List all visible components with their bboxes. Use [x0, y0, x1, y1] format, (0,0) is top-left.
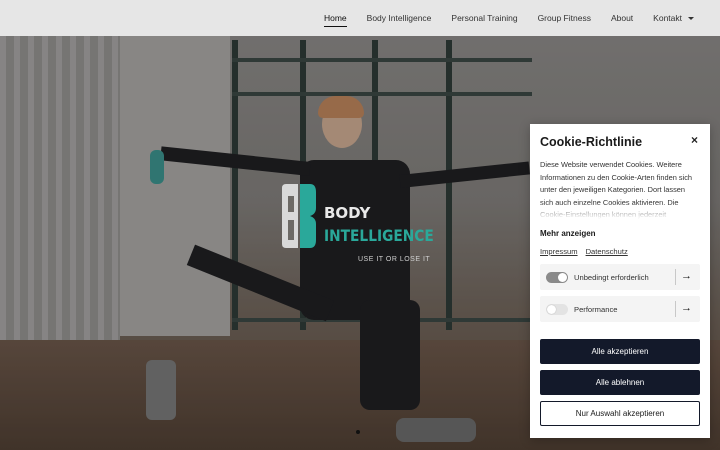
nav-about[interactable]: About — [611, 10, 633, 26]
slider-dot-active[interactable] — [356, 430, 360, 434]
category-label: Performance — [574, 304, 618, 314]
show-more-link[interactable]: Mehr anzeigen — [540, 229, 700, 238]
nav-personal-training[interactable]: Personal Training — [451, 10, 517, 26]
nav-kontakt-label: Kontakt — [653, 13, 682, 23]
cookie-description: Diese Website verwendet Cookies. Weitere… — [540, 159, 700, 219]
performance-cookies-toggle[interactable] — [546, 303, 568, 315]
arrow-right-icon[interactable]: → — [681, 302, 692, 314]
cookie-dialog: Cookie-Richtlinie × Diese Website verwen… — [530, 124, 710, 438]
datenschutz-link[interactable]: Datenschutz — [586, 247, 628, 256]
category-label: Unbedingt erforderlich — [574, 272, 649, 282]
nav-kontakt[interactable]: Kontakt — [653, 10, 694, 26]
cookie-title: Cookie-Richtlinie — [540, 135, 643, 149]
reject-all-button[interactable]: Alle ablehnen — [540, 370, 700, 395]
close-icon[interactable]: × — [691, 133, 698, 147]
required-cookies-toggle[interactable] — [546, 271, 568, 283]
accept-all-button[interactable]: Alle akzeptieren — [540, 339, 700, 364]
logo-mark-icon — [282, 184, 316, 248]
logo-tagline: USE IT OR LOSE IT — [358, 256, 431, 263]
logo-word-intelligence: INTELLIGENCE — [324, 226, 434, 245]
cookie-category-performance: Performance → — [540, 296, 700, 322]
accept-selection-button[interactable]: Nur Auswahl akzeptieren — [540, 401, 700, 426]
impressum-link[interactable]: Impressum — [540, 247, 578, 256]
slider-dots — [356, 430, 360, 434]
nav-home[interactable]: Home — [323, 10, 347, 27]
nav-body-intelligence[interactable]: Body Intelligence — [367, 10, 432, 26]
chevron-down-icon — [688, 17, 694, 21]
divider — [675, 269, 676, 285]
logo-word-body: BODY — [324, 204, 371, 222]
site-header: Home Body Intelligence Personal Training… — [0, 0, 720, 36]
cookie-category-required: Unbedingt erforderlich → — [540, 264, 700, 290]
main-nav: Home Body Intelligence Personal Training… — [323, 10, 694, 27]
cookie-legal-links: Impressum Datenschutz — [540, 247, 700, 256]
brand-logo: BODY INTELLIGENCE USE IT OR LOSE IT — [280, 180, 450, 270]
nav-group-fitness[interactable]: Group Fitness — [538, 10, 591, 26]
divider — [675, 301, 676, 317]
arrow-right-icon[interactable]: → — [681, 270, 692, 282]
